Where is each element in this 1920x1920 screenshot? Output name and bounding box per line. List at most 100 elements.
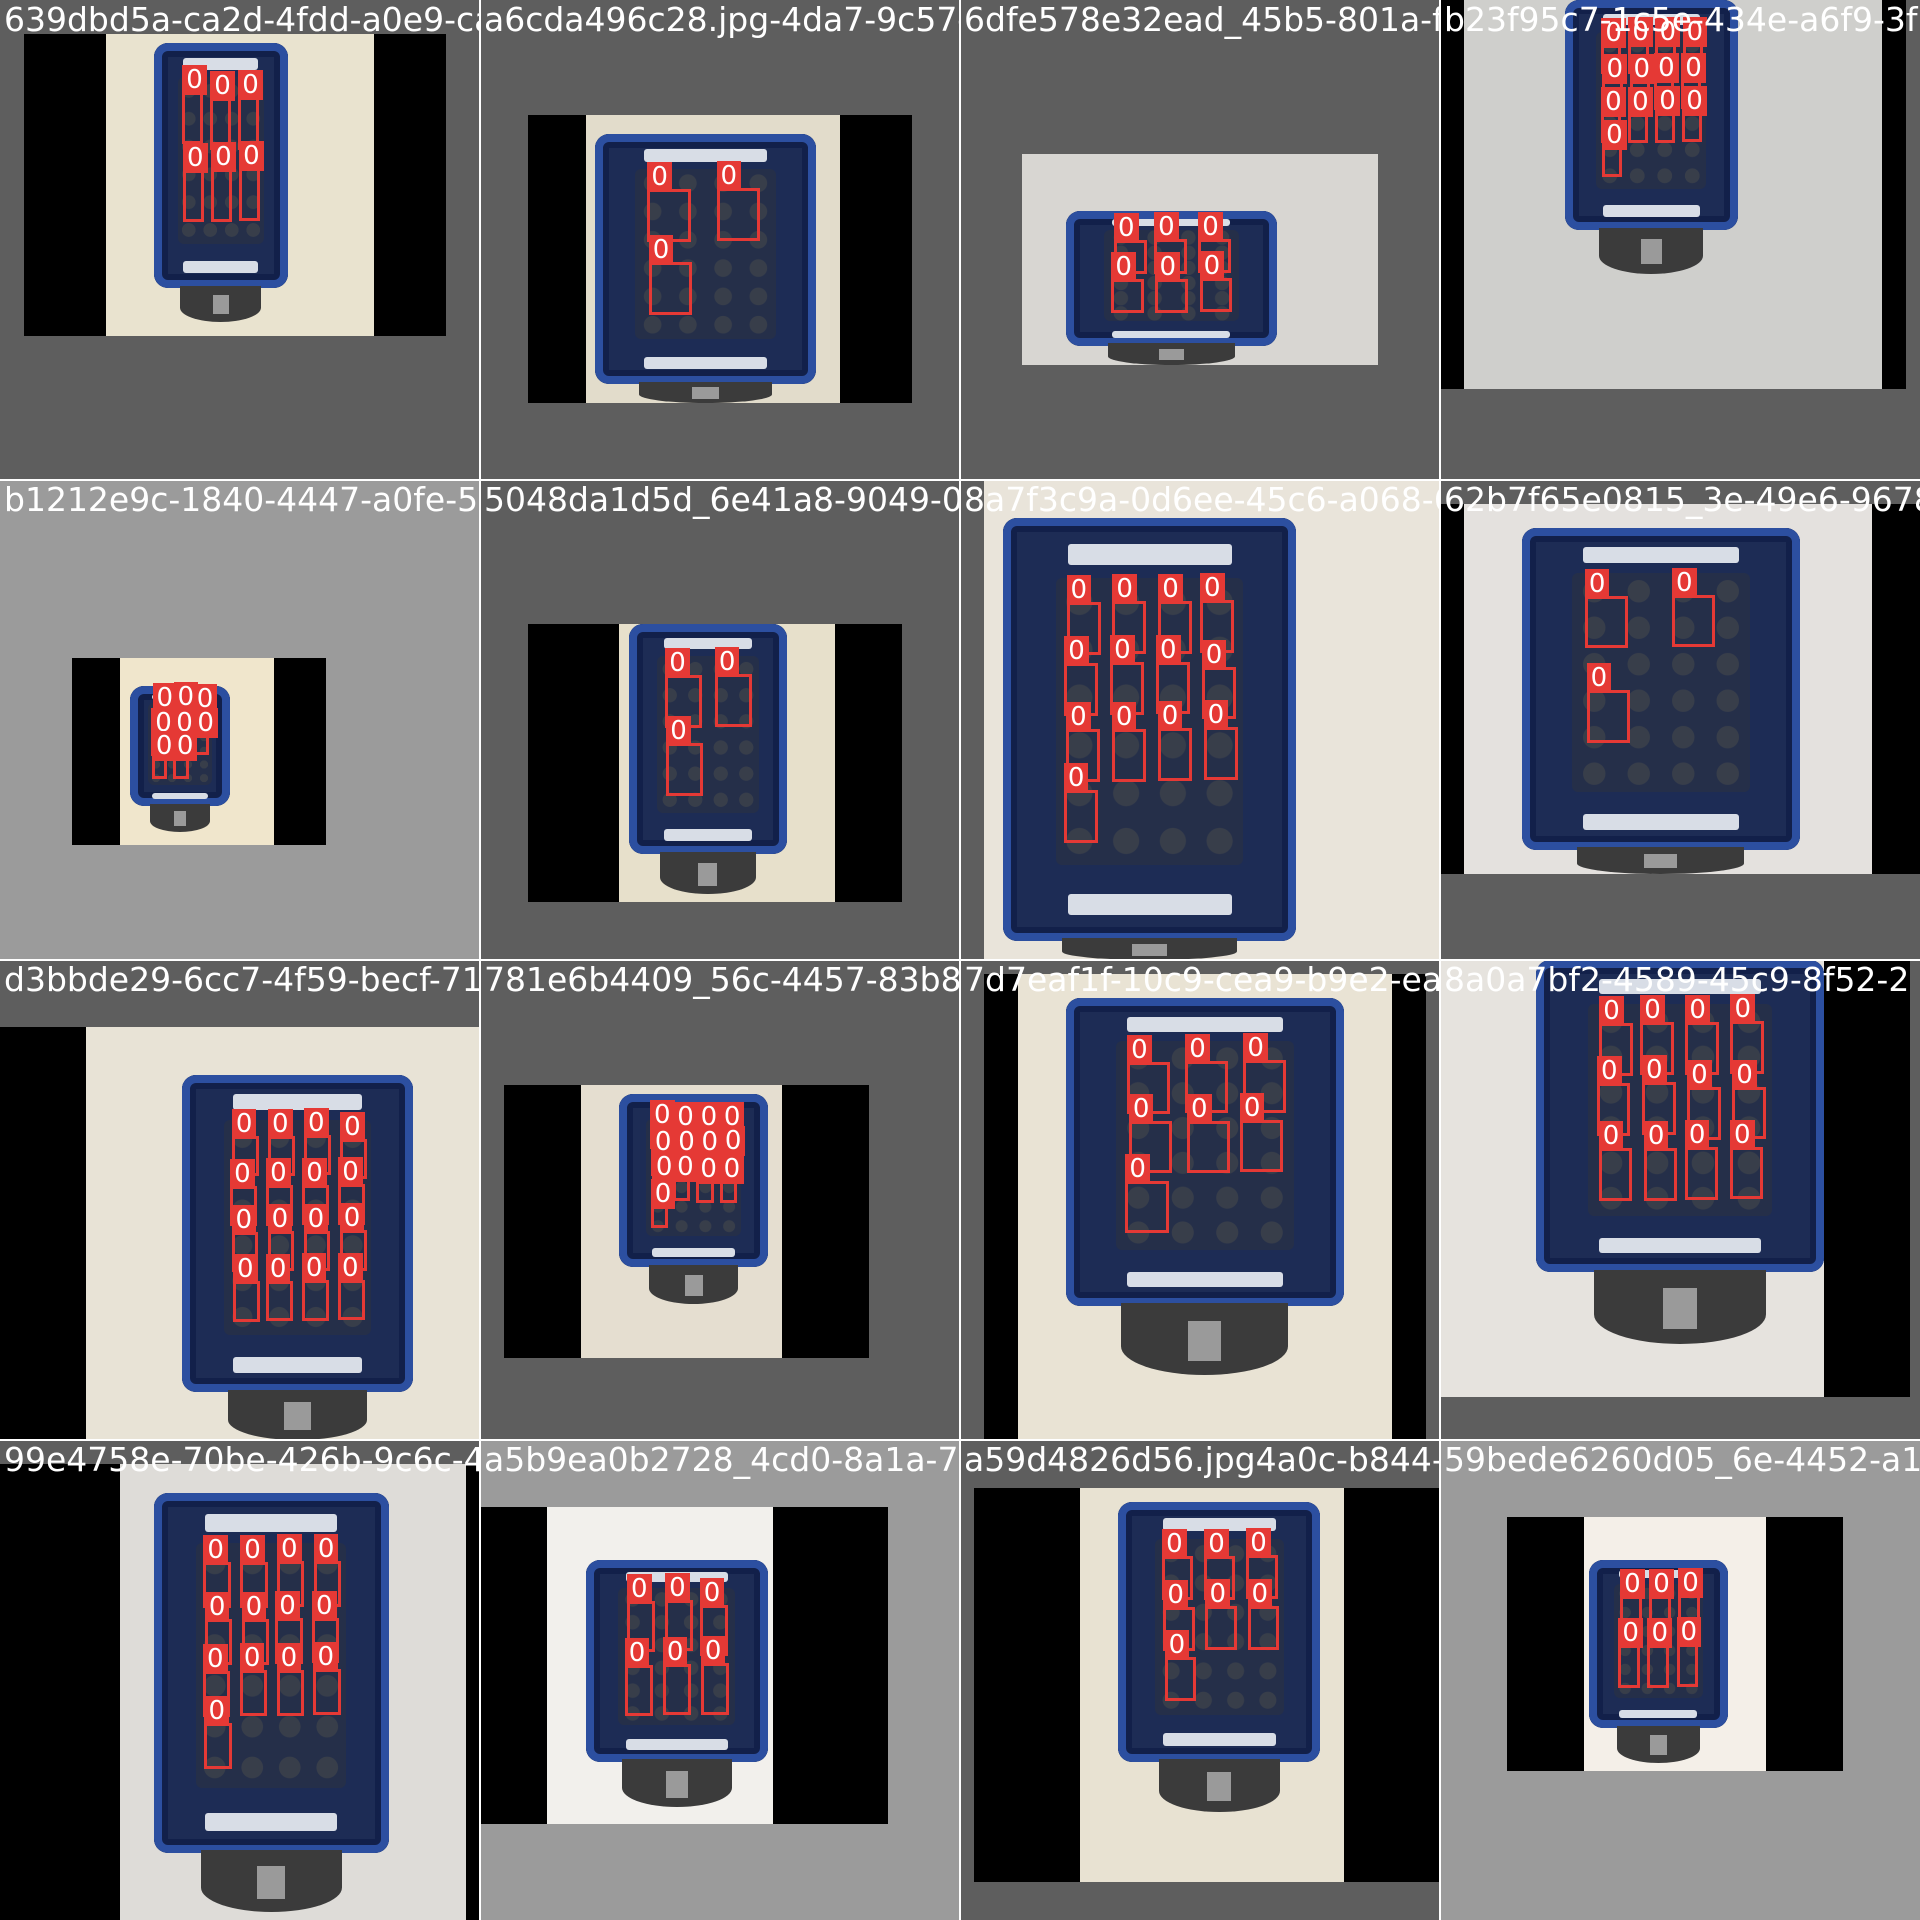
bottle-bounding-box: 0 bbox=[666, 715, 704, 796]
class-label: 0 bbox=[1684, 1120, 1710, 1151]
class-label: 0 bbox=[650, 1100, 675, 1131]
class-label: 0 bbox=[1198, 212, 1223, 243]
bottle-bounding-box: 0 bbox=[1586, 663, 1630, 743]
class-label: 0 bbox=[714, 647, 740, 678]
class-label: 0 bbox=[1185, 1034, 1210, 1065]
dolly-label-plate bbox=[1158, 348, 1184, 361]
class-label: 0 bbox=[1111, 251, 1136, 282]
bottle-bounding-box: 0 bbox=[1672, 567, 1716, 648]
mosaic-tile: 0 0 0 5048da1d5d_6e41a8-9049-0a8 bbox=[480, 480, 960, 960]
crate-handle bbox=[233, 1357, 363, 1373]
bottle-bounding-box: 0 bbox=[719, 1153, 745, 1203]
crate-handle bbox=[1067, 894, 1232, 916]
class-label: 0 bbox=[624, 1637, 650, 1668]
bottle-bounding-box: 0 bbox=[1598, 1121, 1633, 1202]
class-label: 0 bbox=[1063, 763, 1089, 794]
class-label: 0 bbox=[1602, 53, 1627, 84]
bottle-bounding-box: 0 bbox=[648, 235, 692, 316]
crate-handle bbox=[651, 1248, 736, 1257]
class-label: 0 bbox=[313, 1642, 339, 1673]
bottle-bounding-box: 0 bbox=[624, 1637, 654, 1717]
class-label: 0 bbox=[1112, 574, 1137, 605]
class-label: 0 bbox=[1127, 1034, 1152, 1065]
class-label: 0 bbox=[627, 1573, 652, 1604]
class-label: 0 bbox=[648, 235, 674, 266]
crate-handle bbox=[205, 1514, 338, 1533]
class-label: 0 bbox=[340, 1111, 365, 1142]
class-label: 0 bbox=[1111, 701, 1137, 732]
dolly-base bbox=[660, 852, 756, 894]
class-label: 0 bbox=[239, 141, 264, 172]
image-filename: a6cda496c28.jpg-4da7-9c57-6dfe578e32ea bbox=[484, 0, 960, 39]
dolly-label-plate bbox=[1644, 853, 1678, 869]
crate-handle bbox=[643, 356, 768, 370]
dolly-base bbox=[1107, 343, 1235, 365]
dolly-base bbox=[1577, 847, 1745, 874]
crate-handle bbox=[663, 829, 753, 841]
dolly-label-plate bbox=[665, 1771, 688, 1798]
class-label: 0 bbox=[276, 1642, 302, 1673]
class-label: 0 bbox=[1681, 52, 1706, 83]
class-label: 0 bbox=[1655, 86, 1680, 117]
image-filename: 8a0a7bf2-4589-45c9-8f52-2 bbox=[1444, 960, 1910, 999]
dolly-base bbox=[1593, 1269, 1767, 1344]
class-label: 0 bbox=[1642, 1055, 1667, 1086]
crate-handle bbox=[151, 793, 209, 800]
bottle-bounding-box: 0 bbox=[1239, 1093, 1284, 1173]
crate-handle bbox=[1112, 330, 1231, 338]
class-label: 0 bbox=[1164, 1629, 1190, 1660]
bottle-bounding-box: 0 bbox=[1684, 1120, 1719, 1200]
class-label: 0 bbox=[1155, 634, 1181, 665]
mosaic-tile: 0000006dfe578e32ead_45b5-801a-f4237d95c1… bbox=[960, 0, 1440, 480]
class-label: 0 bbox=[1618, 1618, 1643, 1649]
crate-handle bbox=[205, 1813, 338, 1832]
image-filename: d3bbde29-6cc7-4f59-becf-71781e6b4409.jpg bbox=[4, 960, 480, 999]
bottle-bounding-box: 0 bbox=[239, 141, 264, 221]
class-label: 0 bbox=[1599, 996, 1624, 1027]
mosaic-tile: 0 0 0 0 0 0 0 7d7eaf1f-10c9-cea9-b9e2-ea0a bbox=[960, 960, 1440, 1440]
class-label: 0 bbox=[1064, 635, 1089, 666]
class-label: 0 bbox=[204, 1592, 230, 1623]
class-label: 0 bbox=[1186, 1093, 1212, 1124]
class-label: 0 bbox=[700, 1636, 726, 1667]
image-mosaic: 000000639dbd5a-ca2d-4fdd-a0e9-ca6d0a69d6… bbox=[0, 0, 1920, 1920]
class-label: 0 bbox=[240, 1534, 265, 1565]
crate-handle bbox=[1582, 547, 1739, 564]
class-label: 0 bbox=[337, 1253, 363, 1283]
mosaic-tile: 00000059bede6260d05_6e-4452-a1b3- bbox=[1440, 1440, 1920, 1920]
mosaic-tile: 000000a5b9ea0b2728_4cd0-8a1a-7a59d4826d5… bbox=[480, 1440, 960, 1920]
mosaic-tile: 0 0 0 62b7f65e0815_3e-49e6-9678-1 bbox=[1440, 480, 1920, 960]
class-label: 0 bbox=[1204, 1528, 1229, 1559]
bottle-bounding-box: 0 bbox=[1111, 251, 1145, 314]
bottle-crate bbox=[595, 134, 816, 384]
image-filename: 6dfe578e32ead_45b5-801a-f4237d95c1.jpg bbox=[964, 0, 1440, 39]
class-label: 0 bbox=[1243, 1033, 1268, 1064]
class-label: 0 bbox=[1676, 1617, 1702, 1648]
class-label: 0 bbox=[339, 1203, 365, 1234]
class-label: 0 bbox=[203, 1535, 228, 1566]
bottle-bounding-box: 0 bbox=[1063, 763, 1098, 843]
dolly-base bbox=[1158, 1759, 1280, 1812]
class-label: 0 bbox=[662, 1637, 688, 1668]
dolly-label-plate bbox=[684, 1274, 703, 1297]
crate-handle bbox=[1067, 543, 1232, 565]
dolly-label-plate bbox=[283, 1402, 312, 1430]
bottle-bounding-box: 0 bbox=[211, 141, 236, 222]
mosaic-tile: 00000000b1212e9c-1840-4447-a0fe-55040dad… bbox=[0, 480, 480, 960]
class-label: 0 bbox=[1732, 1059, 1757, 1090]
class-label: 0 bbox=[1643, 1120, 1669, 1151]
bottle-crate bbox=[628, 624, 788, 855]
dolly-label-plate bbox=[1662, 1288, 1698, 1330]
crate-handle bbox=[625, 1739, 728, 1750]
class-label: 0 bbox=[241, 1591, 267, 1622]
class-label: 0 bbox=[1687, 1060, 1712, 1091]
class-label: 0 bbox=[1239, 1093, 1265, 1124]
bottle-bounding-box: 0 bbox=[650, 1179, 676, 1229]
class-label: 0 bbox=[302, 1157, 327, 1188]
bottle-bounding-box: 0 bbox=[1125, 1153, 1169, 1234]
class-label: 0 bbox=[204, 1695, 230, 1726]
bottle-bounding-box: 0 bbox=[183, 142, 208, 223]
bottle-bounding-box: 0 bbox=[1203, 700, 1238, 781]
class-label: 0 bbox=[266, 1158, 291, 1189]
bottle-bounding-box: 0 bbox=[1647, 1617, 1672, 1688]
